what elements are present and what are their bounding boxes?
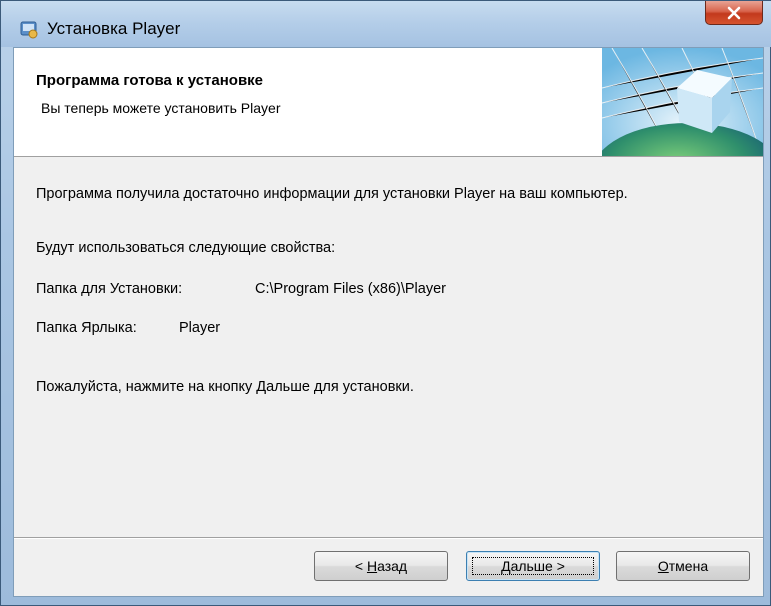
cancel-button-label: тмена xyxy=(668,558,709,574)
title-bar[interactable]: Установка Player xyxy=(1,1,771,47)
header-title: Программа готова к установке xyxy=(36,72,264,89)
install-folder-label: Папка для Установки: xyxy=(36,281,183,297)
intro-text: Программа получила достаточно информации… xyxy=(36,186,628,202)
next-button[interactable]: Дальше > xyxy=(466,551,600,581)
globe-cube-banner-icon xyxy=(602,48,763,156)
cancel-button-mnemonic: О xyxy=(657,558,669,574)
window-title: Установка Player xyxy=(47,19,181,38)
close-button[interactable] xyxy=(705,1,763,25)
shortcut-folder-value: Player xyxy=(179,320,221,336)
shortcut-folder-label: Папка Ярлыка: xyxy=(36,320,137,336)
dialog-header: Программа готова к установке Вы теперь м… xyxy=(14,48,763,157)
window-frame: Установка Player Программа готова к уста… xyxy=(0,0,771,606)
back-button-mnemonic: Н xyxy=(366,558,378,574)
back-button-label: азад xyxy=(377,558,408,574)
back-button[interactable]: < Назад xyxy=(314,551,448,581)
properties-heading: Будут использоваться следующие свойства: xyxy=(36,240,336,256)
back-button-prefix: < xyxy=(354,558,367,574)
dialog-client-area: Программа готова к установке Вы теперь м… xyxy=(13,47,764,597)
header-subtitle: Вы теперь можете установить Player xyxy=(41,100,281,116)
cancel-button[interactable]: Отмена xyxy=(616,551,750,581)
instruction-text: Пожалуйста, нажмите на кнопку Дальше для… xyxy=(36,379,414,395)
close-icon xyxy=(727,6,741,19)
button-separator xyxy=(14,537,763,539)
installer-icon xyxy=(20,21,38,39)
focus-rectangle xyxy=(472,557,594,575)
install-folder-value: C:\Program Files (x86)\Player xyxy=(255,281,446,297)
